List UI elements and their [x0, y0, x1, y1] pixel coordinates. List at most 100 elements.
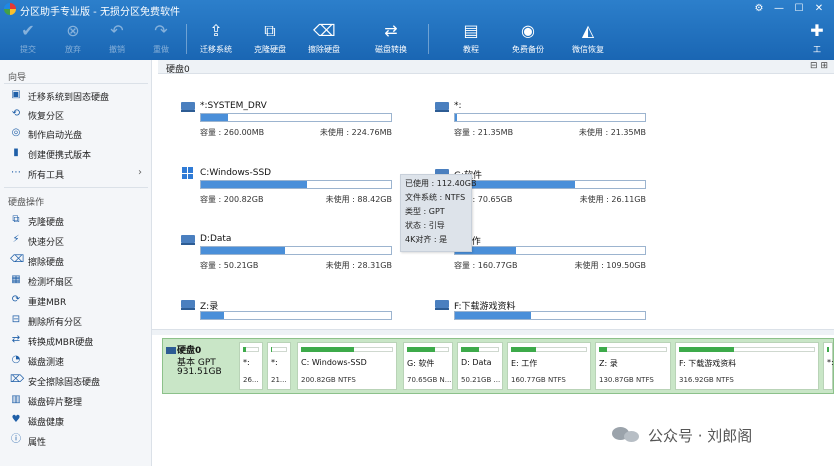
sidebar-item-bootable-media[interactable]: ◎ 制作启动光盘	[0, 124, 150, 143]
disk-map-partition[interactable]: *:	[823, 342, 834, 390]
disk-map-partition[interactable]: *: 21...	[267, 342, 291, 390]
disk-map-partition[interactable]: E: 工作 160.77GB NTFS	[507, 342, 591, 390]
redo-icon: ↷	[154, 21, 168, 40]
pane-layout-icon[interactable]: ⊟ ⊞	[810, 61, 828, 71]
partition-capacity: 容量 : 260.00MB	[200, 128, 265, 137]
submit-button[interactable]: ✔ 提交	[3, 20, 53, 58]
partition-card[interactable]: F:下载游戏资料	[434, 298, 654, 324]
usage-bar	[454, 311, 646, 320]
sidebar-item-quick-partition[interactable]: ⚡ 快速分区	[0, 231, 150, 250]
usage-bar	[200, 246, 392, 255]
disk-size: 931.51GB	[177, 367, 222, 377]
wipe-disk-icon: ⌫	[313, 21, 336, 40]
defrag-icon: ▥	[11, 394, 21, 405]
convert-disk-button[interactable]: ⇄ 磁盘转换	[366, 20, 416, 58]
guide-section-title: 向导	[8, 73, 27, 83]
partition-card[interactable]: C:Windows-SSD 容量 : 200.82GB 未使用 : 88.42G…	[180, 167, 400, 211]
tools-icon: ✚	[810, 21, 824, 40]
undo-button[interactable]: ↶ 撤销	[92, 20, 142, 58]
disk-summary[interactable]: 硬盘0 基本 GPT 931.51GB	[163, 339, 233, 393]
free-backup-button[interactable]: ◉ 免费备份	[503, 20, 553, 58]
settings-icon[interactable]: ⚙	[752, 2, 766, 16]
tooltip-used: 已使用 : 112.40GB	[405, 179, 477, 188]
toolbar-separator	[186, 24, 187, 54]
partition-name: D:Data	[200, 234, 232, 244]
partition-free: 未使用 : 109.50GB	[574, 261, 646, 270]
disk-map-partition[interactable]: D: Data 50.21GB ...	[457, 342, 503, 390]
disk-icon	[166, 347, 176, 354]
migrate-os-button[interactable]: ⇪ 迁移系统	[191, 20, 241, 58]
drive-icon	[180, 100, 196, 112]
sidebar-item-secure-erase-ssd[interactable]: ⌦ 安全擦除固态硬盘	[0, 371, 150, 390]
wechat-recovery-button[interactable]: ◭ 微信恢复	[563, 20, 613, 58]
tutorial-button[interactable]: ▤ 教程	[446, 20, 496, 58]
disk-map-partition[interactable]: Z: 录 130.87GB NTFS	[595, 342, 671, 390]
redo-button[interactable]: ↷ 重做	[136, 20, 186, 58]
usage-bar	[200, 180, 392, 189]
migrate-icon: ▣	[11, 89, 21, 100]
bad-sector-icon: ▦	[11, 274, 21, 285]
partition-card[interactable]: *:SYSTEM_DRV 容量 : 260.00MB 未使用 : 224.76M…	[180, 100, 400, 144]
wipe-disk-button[interactable]: ⌫ 擦除硬盘	[299, 20, 349, 58]
portable-version-icon: ▮	[13, 147, 19, 158]
sidebar-item-restore-partition[interactable]: ⟲ 恢复分区	[0, 105, 150, 124]
section-divider	[4, 83, 148, 84]
sidebar-item-bad-sector-check[interactable]: ▦ 检测坏扇区	[0, 271, 150, 290]
sidebar-item-portable-version[interactable]: ▮ 创建便携式版本	[0, 144, 150, 163]
disk-map-partition[interactable]: *: 26...	[239, 342, 263, 390]
tooltip-type: 类型 : GPT	[405, 207, 445, 216]
watermark-text: 公众号 · 刘郎阁	[648, 427, 753, 445]
sidebar-item-wipe-disk[interactable]: ⌫ 擦除硬盘	[0, 251, 150, 270]
sidebar: 向导 ▣ 迁移系统到固态硬盘 ⟲ 恢复分区 ◎ 制作启动光盘 ▮ 创建便携式版本…	[0, 60, 152, 466]
usage-bar	[454, 180, 646, 189]
sidebar-item-all-tools[interactable]: ⋯ 所有工具 ›	[0, 164, 150, 183]
partition-free: 未使用 : 26.11GB	[579, 195, 646, 204]
convert-mbr-icon: ⇄	[11, 334, 21, 345]
sidebar-item-migrate-os[interactable]: ▣ 迁移系统到固态硬盘	[0, 86, 150, 105]
sidebar-item-delete-all-partitions[interactable]: ⊟ 删除所有分区	[0, 311, 150, 330]
partition-free: 未使用 : 21.35MB	[578, 128, 646, 137]
close-icon[interactable]: ✕	[812, 2, 826, 16]
sidebar-item-disk-health[interactable]: ♥ 磁盘健康	[0, 411, 150, 430]
disk-header: 硬盘0 ⊟ ⊞	[158, 60, 834, 75]
check-icon: ✔	[21, 21, 35, 40]
disk-health-icon: ♥	[11, 414, 21, 425]
partition-name: *:SYSTEM_DRV	[200, 101, 267, 111]
tools-button[interactable]: ✚ 工	[800, 20, 834, 58]
partition-card[interactable]: *: 容量 : 21.35MB 未使用 : 21.35MB	[434, 100, 654, 144]
clone-disk-button[interactable]: ⧉ 克隆硬盘	[245, 20, 295, 58]
wipe-icon: ⌫	[10, 254, 25, 265]
usage-bar	[200, 311, 392, 320]
disk-map-partition[interactable]: G: 软件 70.65GB N...	[403, 342, 453, 390]
sidebar-item-properties[interactable]: ⓘ 属性	[0, 431, 150, 450]
properties-icon: ⓘ	[11, 434, 21, 445]
wechat-icon	[612, 426, 642, 442]
app-window: 分区助手专业版 - 无损分区免费软件 ⚙ — ☐ ✕ ✔ 提交 ⊗ 放弃 ↶ 撤…	[0, 0, 834, 466]
restore-partition-icon: ⟲	[11, 108, 21, 119]
minimize-icon[interactable]: —	[772, 2, 786, 16]
sidebar-item-rebuild-mbr[interactable]: ⟳ 重建MBR	[0, 291, 150, 310]
tooltip-filesystem: 文件系统 : NTFS	[405, 193, 466, 202]
partition-capacity: 容量 : 21.35MB	[454, 128, 514, 137]
disk-speed-icon: ◔	[11, 354, 21, 365]
sidebar-item-defrag[interactable]: ▥ 磁盘碎片整理	[0, 391, 150, 410]
pane-splitter[interactable]	[152, 329, 834, 335]
partition-card[interactable]: Z:录	[180, 298, 400, 324]
free-backup-icon: ◉	[521, 21, 535, 40]
sidebar-item-clone-disk[interactable]: ⧉ 克隆硬盘	[0, 211, 150, 230]
discard-button[interactable]: ⊗ 放弃	[48, 20, 98, 58]
maximize-icon[interactable]: ☐	[792, 2, 806, 16]
partition-free: 未使用 : 224.76MB	[319, 128, 392, 137]
cancel-icon: ⊗	[66, 21, 80, 40]
partition-name: *:	[454, 101, 462, 111]
sidebar-item-convert-to-mbr[interactable]: ⇄ 转换成MBR硬盘	[0, 331, 150, 350]
drive-icon	[180, 298, 196, 310]
disk-map-partition[interactable]: F: 下载游戏资料 316.92GB NTFS	[675, 342, 819, 390]
delete-all-icon: ⊟	[11, 314, 21, 325]
disk-map-partition[interactable]: C: Windows-SSD 200.82GB NTFS	[297, 342, 397, 390]
drive-icon	[434, 100, 450, 112]
disk-ops-section-title: 硬盘操作	[8, 198, 45, 208]
partition-card[interactable]: D:Data 容量 : 50.21GB 未使用 : 28.31GB	[180, 233, 400, 277]
sidebar-item-disk-speed-test[interactable]: ◔ 磁盘测速	[0, 351, 150, 370]
title-bar: 分区助手专业版 - 无损分区免费软件 ⚙ — ☐ ✕	[0, 0, 834, 18]
